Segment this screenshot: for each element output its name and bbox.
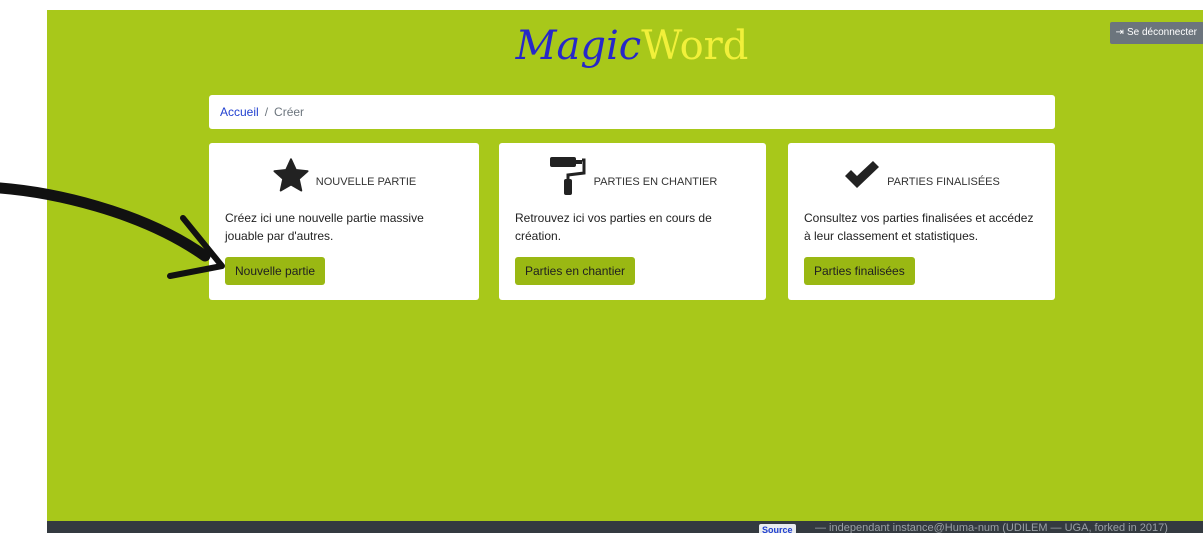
card-parties-en-chantier: PARTIES EN CHANTIER Retrouvez ici vos pa… [499,143,766,300]
paint-roller-icon [548,155,588,197]
source-label: Source [762,525,793,533]
card-header: PARTIES EN CHANTIER [499,154,766,198]
breadcrumb-home-link[interactable]: Accueil [220,105,259,119]
source-badge[interactable]: Source [759,524,796,533]
footer-text: — independant instance@Huma-num (UDILEM … [815,522,1168,533]
card-description: Retrouvez ici vos parties en cours de cr… [515,211,712,243]
card-title: PARTIES EN CHANTIER [593,176,718,188]
card-nouvelle-partie: NOUVELLE PARTIE Créez ici une nouvelle p… [209,143,479,300]
logo-magic: Magic [515,23,642,69]
app-logo: MagicWord [502,22,762,70]
works-in-progress-button[interactable]: Parties en chantier [515,257,636,285]
checkmark-icon [843,161,881,191]
footer: Source — independant instance@Huma-num (… [47,521,1203,533]
star-icon [272,158,310,194]
card-parties-finalisees: PARTIES FINALISÉES Consultez vos parties… [788,143,1055,300]
breadcrumb-current: Créer [274,105,305,119]
annotation-arrow [0,182,225,279]
logo-word: Word [641,23,749,69]
breadcrumb-separator: / [264,105,269,119]
card-header: PARTIES FINALISÉES [788,154,1055,198]
card-title: PARTIES FINALISÉES [887,176,1000,188]
finalized-games-button[interactable]: Parties finalisées [804,257,915,285]
logout-label: Se déconnecter [1126,27,1197,38]
sign-out-icon: ⇥ [1115,27,1124,38]
card-title: NOUVELLE PARTIE [315,176,417,188]
card-description: Consultez vos parties finalisées et accé… [804,211,1034,243]
card-header: NOUVELLE PARTIE [209,154,479,198]
breadcrumb: Accueil / Créer [209,95,1055,129]
new-game-button[interactable]: Nouvelle partie [225,257,326,285]
card-description: Créez ici une nouvelle partie massive jo… [225,211,424,243]
logout-button[interactable]: ⇥ Se déconnecter [1109,22,1203,44]
